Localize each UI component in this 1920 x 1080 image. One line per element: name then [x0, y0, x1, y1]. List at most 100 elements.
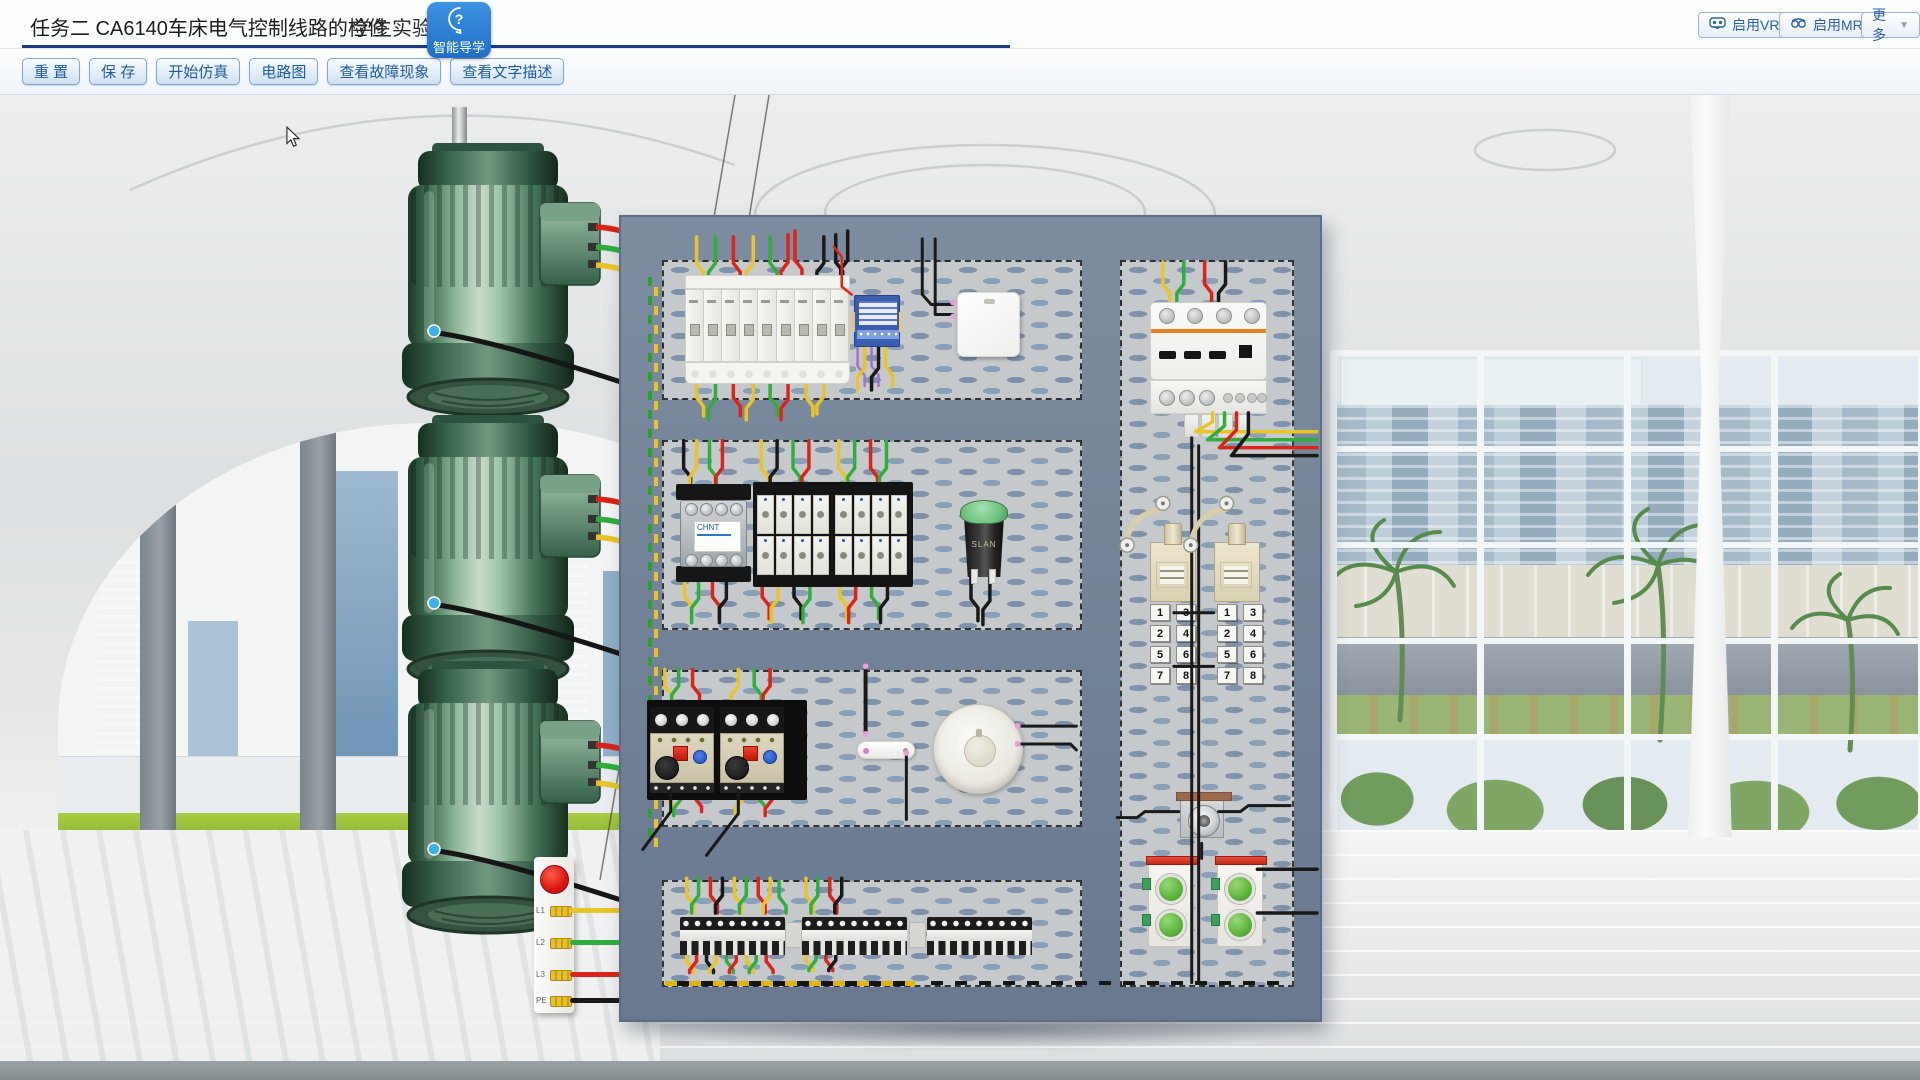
terminal-label: L3	[536, 970, 549, 979]
terminal-number-cell: 7	[1150, 667, 1170, 684]
tab-task[interactable]: 任务二 CA6140车床电气控制线路的检修	[30, 12, 388, 41]
meter-screen	[859, 301, 897, 325]
toolbar: 重 置 保 存 开始仿真 电路图 查看故障现象 查看文字描述	[0, 48, 1920, 95]
fuse-holder[interactable]	[813, 536, 830, 575]
breaker-module[interactable]	[813, 290, 831, 361]
ceiling-lamp-holder[interactable]	[933, 704, 1023, 794]
terminal-strip-2[interactable]	[802, 917, 907, 955]
green-pushbutton[interactable]	[1225, 910, 1255, 940]
view-fault-button[interactable]: 查看故障现象	[327, 58, 441, 85]
breaker-module[interactable]	[686, 290, 704, 361]
breaker-bank-base	[685, 362, 850, 384]
terminal-number-cell: 5	[1217, 646, 1237, 663]
fuse-holder[interactable]	[872, 536, 889, 575]
relay-dial[interactable]	[725, 756, 749, 780]
fuse-holder[interactable]	[891, 536, 908, 575]
breaker-toggle[interactable]	[1184, 351, 1201, 359]
hatch-strip-black	[931, 981, 1291, 985]
fuse-holder[interactable]	[872, 495, 889, 534]
enable-mr-button[interactable]: 启用MR	[1779, 12, 1874, 38]
lamp-pin	[989, 569, 996, 584]
pushbutton-station-2[interactable]	[1217, 861, 1263, 947]
breaker-module[interactable]	[758, 290, 776, 361]
fuse-holder[interactable]	[794, 536, 811, 575]
breaker-toggle[interactable]	[1209, 351, 1226, 359]
breaker-module[interactable]	[740, 290, 758, 361]
contactor[interactable]: CHNT	[680, 500, 747, 567]
thermal-relay-1[interactable]	[650, 707, 714, 799]
terminal-strip-1[interactable]	[680, 917, 785, 955]
breaker-module[interactable]	[777, 290, 795, 361]
circuit-diagram-button[interactable]: 电路图	[249, 58, 318, 85]
limit-switch-2[interactable]	[1214, 542, 1260, 602]
breaker-bank[interactable]	[685, 289, 850, 362]
relay-dial[interactable]	[655, 756, 679, 780]
electrical-panel[interactable]: CHNT SLAN	[619, 215, 1322, 1022]
power-indicator-lamp[interactable]	[540, 865, 569, 894]
smart-guide-button[interactable]: ? 智能导学	[427, 2, 491, 58]
breaker-module[interactable]	[704, 290, 722, 361]
fuse-holder[interactable]	[835, 536, 852, 575]
pushbutton-station-1[interactable]	[1148, 861, 1194, 947]
viewport-3d[interactable]: L1 L2 L3 PE	[0, 95, 1920, 1080]
wall-switch-box[interactable]	[957, 292, 1020, 357]
fuse-holder[interactable]	[891, 495, 908, 534]
green-pushbutton[interactable]	[1156, 910, 1186, 940]
breaker-orange-stripe	[1151, 329, 1266, 333]
terminal-number-grid-2: 13245678	[1217, 604, 1263, 684]
fuse-holder[interactable]	[813, 495, 830, 534]
main-breaker[interactable]	[1150, 302, 1267, 380]
breaker-module[interactable]	[722, 290, 740, 361]
more-button[interactable]: 更多 ▼	[1861, 12, 1920, 38]
green-pushbutton[interactable]	[1225, 874, 1255, 904]
fuse-holder[interactable]	[776, 495, 793, 534]
more-label: 更多	[1872, 5, 1893, 45]
start-simulation-button[interactable]: 开始仿真	[156, 58, 240, 85]
thermal-relay-2[interactable]	[720, 707, 784, 799]
chevron-down-icon: ▼	[1899, 20, 1909, 31]
arch-pillar	[300, 423, 336, 857]
fuse-holder[interactable]	[854, 495, 871, 534]
reset-button[interactable]: 重 置	[22, 58, 80, 85]
fuse-holder[interactable]	[776, 536, 793, 575]
indicator-lamp-lens[interactable]	[960, 500, 1008, 524]
indicator-lamp-body[interactable]: SLAN	[962, 519, 1006, 577]
save-button[interactable]: 保 存	[89, 58, 147, 85]
fuse-holder[interactable]	[835, 495, 852, 534]
glass-curtain-wall	[1330, 350, 1920, 832]
active-tab-underline	[22, 45, 1010, 48]
terminal-label: L1	[536, 906, 549, 915]
starter-lamp[interactable]	[857, 741, 915, 759]
meter-tab	[899, 312, 904, 332]
view-description-button[interactable]: 查看文字描述	[450, 58, 564, 85]
breaker-module[interactable]	[795, 290, 813, 361]
enable-vr-button[interactable]: 启用VR	[1698, 12, 1790, 38]
relay-adjust-knob[interactable]	[693, 750, 707, 764]
terminal-strip-3[interactable]	[927, 917, 1032, 955]
app-window: 任务二 CA6140车床电气控制线路的检修 学生实验报 启用VR 启用MR 更多…	[0, 0, 1920, 1080]
breaker-test-button[interactable]	[1239, 345, 1252, 358]
arch-pillar	[140, 423, 176, 857]
fuse-group-2[interactable]	[835, 495, 907, 575]
fuse-holder[interactable]	[794, 495, 811, 534]
breaker-module[interactable]	[831, 290, 849, 361]
fuse-holder[interactable]	[757, 536, 774, 575]
relay-adjust-knob[interactable]	[763, 750, 777, 764]
buzzer[interactable]	[1180, 798, 1224, 838]
fuse-group-1[interactable]	[757, 495, 829, 575]
mount-rail	[676, 566, 751, 582]
digital-meter[interactable]	[854, 295, 900, 347]
strip-link	[909, 922, 926, 948]
limit-switch-1[interactable]	[1150, 542, 1196, 602]
terminal-number-cell: 7	[1217, 667, 1237, 684]
green-pushbutton[interactable]	[1156, 874, 1186, 904]
terminal-number-cell: 3	[1176, 604, 1196, 621]
power-terminal-board[interactable]: L1 L2 L3 PE	[534, 857, 574, 1013]
buzzer-dome	[1188, 805, 1220, 837]
terminal-number-cell: 2	[1217, 625, 1237, 642]
fuse-holder[interactable]	[757, 495, 774, 534]
breaker-toggle[interactable]	[1159, 351, 1176, 359]
vr-headset-icon	[1709, 17, 1726, 33]
fuse-holder[interactable]	[854, 536, 871, 575]
breaker-terminal-tab	[1184, 414, 1199, 438]
